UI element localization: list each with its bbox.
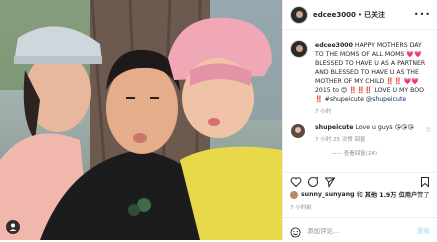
liker-avatar[interactable] [290,190,298,199]
following-button[interactable]: 已关注 [364,10,385,20]
family-selfie-image [0,0,282,240]
tag-user-icon[interactable] [6,220,20,234]
caption-username[interactable]: edcee3000 [315,42,353,49]
likes-suffix: 赞了 [417,192,430,199]
author-avatar[interactable] [290,5,308,24]
post-photo[interactable] [0,0,282,240]
comment-input[interactable]: 添加评论... [307,225,339,235]
share-send-icon[interactable] [324,176,336,188]
commenter-username[interactable]: shupeicute [315,124,353,131]
like-heart-icon[interactable] [290,176,302,188]
author-username[interactable]: edcee3000 [313,11,356,19]
action-bar [283,172,437,189]
save-bookmark-icon[interactable] [419,176,431,188]
likes-summary: sunny_sunyang 和 其他 1.9万 位用户 赞了 [290,190,430,199]
post-time: 7 小时前 [290,205,312,211]
comment-bubble-icon[interactable] [307,176,319,188]
instagram-post: edcee3000 • 已关注 ••• edcee3000 HAPPY MOTH… [0,0,437,240]
comment-text: Love u guys 😘😘😘 [355,124,414,131]
post-sidebar: edcee3000 • 已关注 ••• edcee3000 HAPPY MOTH… [282,0,437,240]
emoji-icon[interactable] [290,223,301,238]
caption-mention[interactable]: @shupeicute [366,96,406,103]
post-comment-button[interactable]: 发布 [417,225,430,235]
comment-like-icon[interactable]: ♡ [426,126,431,135]
more-options-icon[interactable]: ••• [414,10,431,19]
caption: edcee3000 HAPPY MOTHERS DAY TO THE MOMS … [283,30,437,117]
likes-others-count[interactable]: 其他 1.9万 位用户 [365,190,417,199]
likes-and: 和 [356,192,363,199]
separator-dot: • [357,10,363,19]
liker-username[interactable]: sunny_sunyang [301,191,355,198]
caption-text: HAPPY MOTHERS DAY TO THE MOMS OF ALL MOM… [315,42,426,103]
caption-avatar[interactable] [290,40,308,58]
view-replies-link[interactable]: —— 查看回复(24) [283,145,437,157]
comment-meta: 7 小时 25 次赞 回复 [315,137,366,143]
add-comment-bar: 添加评论... 发布 [283,217,437,240]
comment: shupeicute Love u guys 😘😘😘 ♡ 7 小时 25 次赞 … [283,117,437,145]
commenter-avatar[interactable] [291,124,305,138]
caption-time: 7 小时 [315,109,332,115]
